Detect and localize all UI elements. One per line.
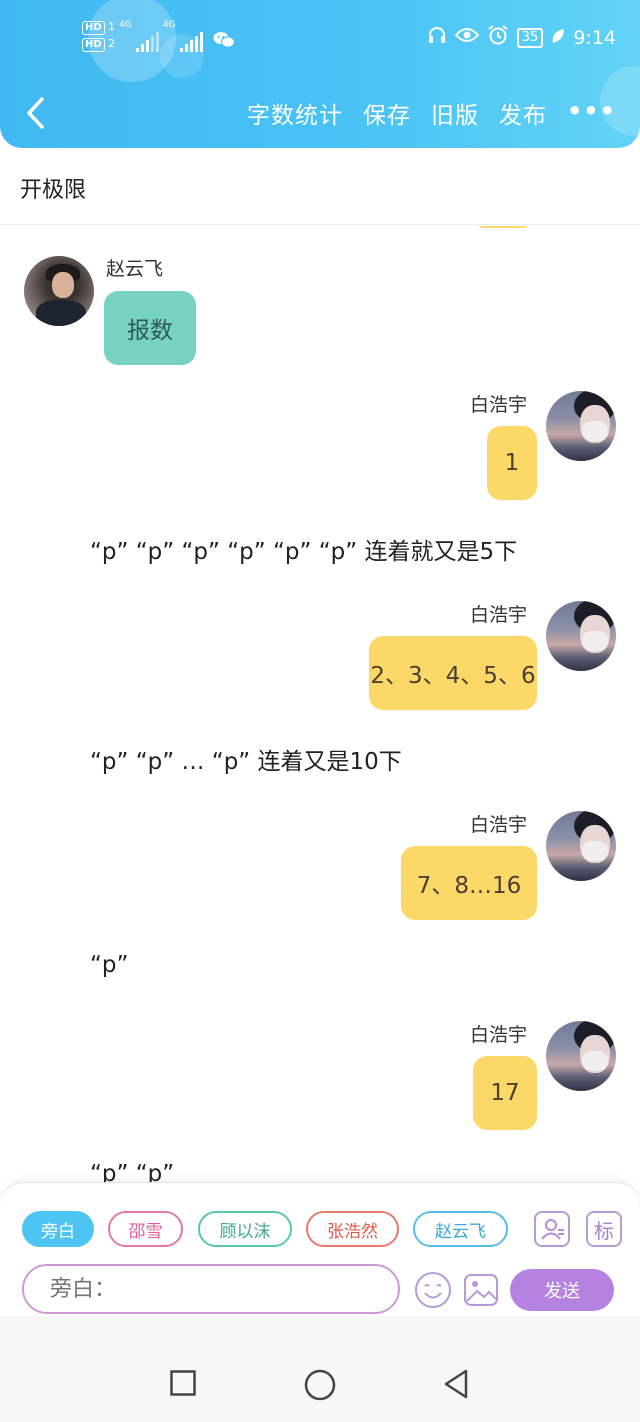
hd-badge-2: HD	[82, 38, 105, 52]
sim2-label: 2	[108, 37, 116, 50]
speaker-name: 白浩宇	[470, 394, 528, 416]
signal-icon-1	[135, 32, 159, 52]
role-chip-zhanghaoran[interactable]: 张浩然	[306, 1211, 399, 1247]
home-icon[interactable]	[304, 1369, 336, 1405]
story-title[interactable]: 开极限	[20, 172, 86, 204]
system-navigation-bar	[0, 1316, 640, 1422]
back-nav-icon[interactable]	[442, 1368, 470, 1404]
tag-button[interactable]: 标	[586, 1211, 622, 1247]
send-button[interactable]: 发送	[510, 1269, 614, 1311]
save-button[interactable]: 保存	[363, 96, 411, 130]
speaker-name: 赵云飞	[106, 258, 164, 280]
chat-area[interactable]: 赵云飞 报数 白浩宇 1 “p” “p” “p” “p” “p” “p” 连着就…	[0, 226, 640, 1182]
speaker-name: 白浩宇	[470, 1024, 528, 1046]
message-bubble[interactable]: 17	[473, 1056, 537, 1130]
wechat-icon	[213, 31, 235, 52]
image-icon[interactable]	[462, 1271, 500, 1309]
publish-button[interactable]: 发布	[499, 96, 547, 130]
header-actions: 字数统计 保存 旧版 发布 •••	[247, 96, 616, 130]
role-chip-narrator[interactable]: 旁白	[22, 1211, 94, 1247]
composer-panel: 旁白 邵雪 顾以沫 张浩然 赵云飞 标 发送	[0, 1182, 640, 1317]
message-bubble[interactable]: 1	[487, 426, 537, 500]
old-version-button[interactable]: 旧版	[431, 96, 479, 130]
avatar[interactable]	[546, 1021, 616, 1091]
sim1-label: 1	[108, 20, 116, 33]
message-input[interactable]	[22, 1264, 400, 1314]
narration-text[interactable]: “p” “p” … “p” 连着又是10下	[90, 742, 402, 776]
battery-indicator: 35	[516, 27, 544, 48]
network-type-1: 4G	[119, 20, 132, 30]
word-count-button[interactable]: 字数统计	[247, 96, 343, 130]
clock-time: 9:14	[573, 26, 616, 49]
role-chip-shaoxue[interactable]: 邵雪	[108, 1211, 183, 1247]
eye-icon	[454, 26, 480, 49]
emoji-icon[interactable]	[414, 1271, 452, 1309]
avatar[interactable]	[24, 256, 94, 326]
story-title-bar: 开极限	[0, 150, 640, 225]
role-chip-guyimo[interactable]: 顾以沫	[198, 1211, 292, 1247]
narration-text[interactable]: “p”	[90, 952, 128, 978]
signal-icon-2	[179, 32, 203, 52]
message-bubble[interactable]: 2、3、4、5、6	[369, 636, 537, 710]
avatar[interactable]	[546, 391, 616, 461]
narration-text[interactable]: “p” “p” “p” “p” “p” “p” 连着就又是5下	[90, 532, 517, 566]
message-bubble[interactable]: 7、8…16	[401, 846, 537, 920]
previous-bubble-edge	[476, 226, 530, 228]
speaker-name: 白浩宇	[470, 604, 528, 626]
hd-badge-1: HD	[82, 21, 105, 35]
role-chip-zhaoyunfei[interactable]: 赵云飞	[413, 1211, 508, 1247]
headphones-icon	[427, 25, 447, 50]
character-manage-icon[interactable]	[534, 1211, 570, 1247]
more-menu-button[interactable]: •••	[567, 96, 616, 130]
status-bar-right: 35 9:14	[427, 24, 616, 51]
narration-text[interactable]: “p” “p”	[90, 1161, 174, 1182]
avatar[interactable]	[546, 811, 616, 881]
app-header: HD 1 HD 2 4G 4G 35 9:14 字数统计 保存 旧版 发布 ••…	[0, 0, 640, 148]
speaker-name: 白浩宇	[470, 814, 528, 836]
alarm-icon	[487, 24, 509, 51]
avatar[interactable]	[546, 601, 616, 671]
leaf-icon	[551, 27, 565, 49]
network-type-2: 4G	[162, 20, 176, 30]
message-bubble[interactable]: 报数	[104, 291, 196, 365]
status-bar-left: HD 1 HD 2 4G 4G	[82, 20, 235, 52]
recent-apps-icon[interactable]	[170, 1370, 196, 1400]
back-button[interactable]	[22, 94, 52, 132]
